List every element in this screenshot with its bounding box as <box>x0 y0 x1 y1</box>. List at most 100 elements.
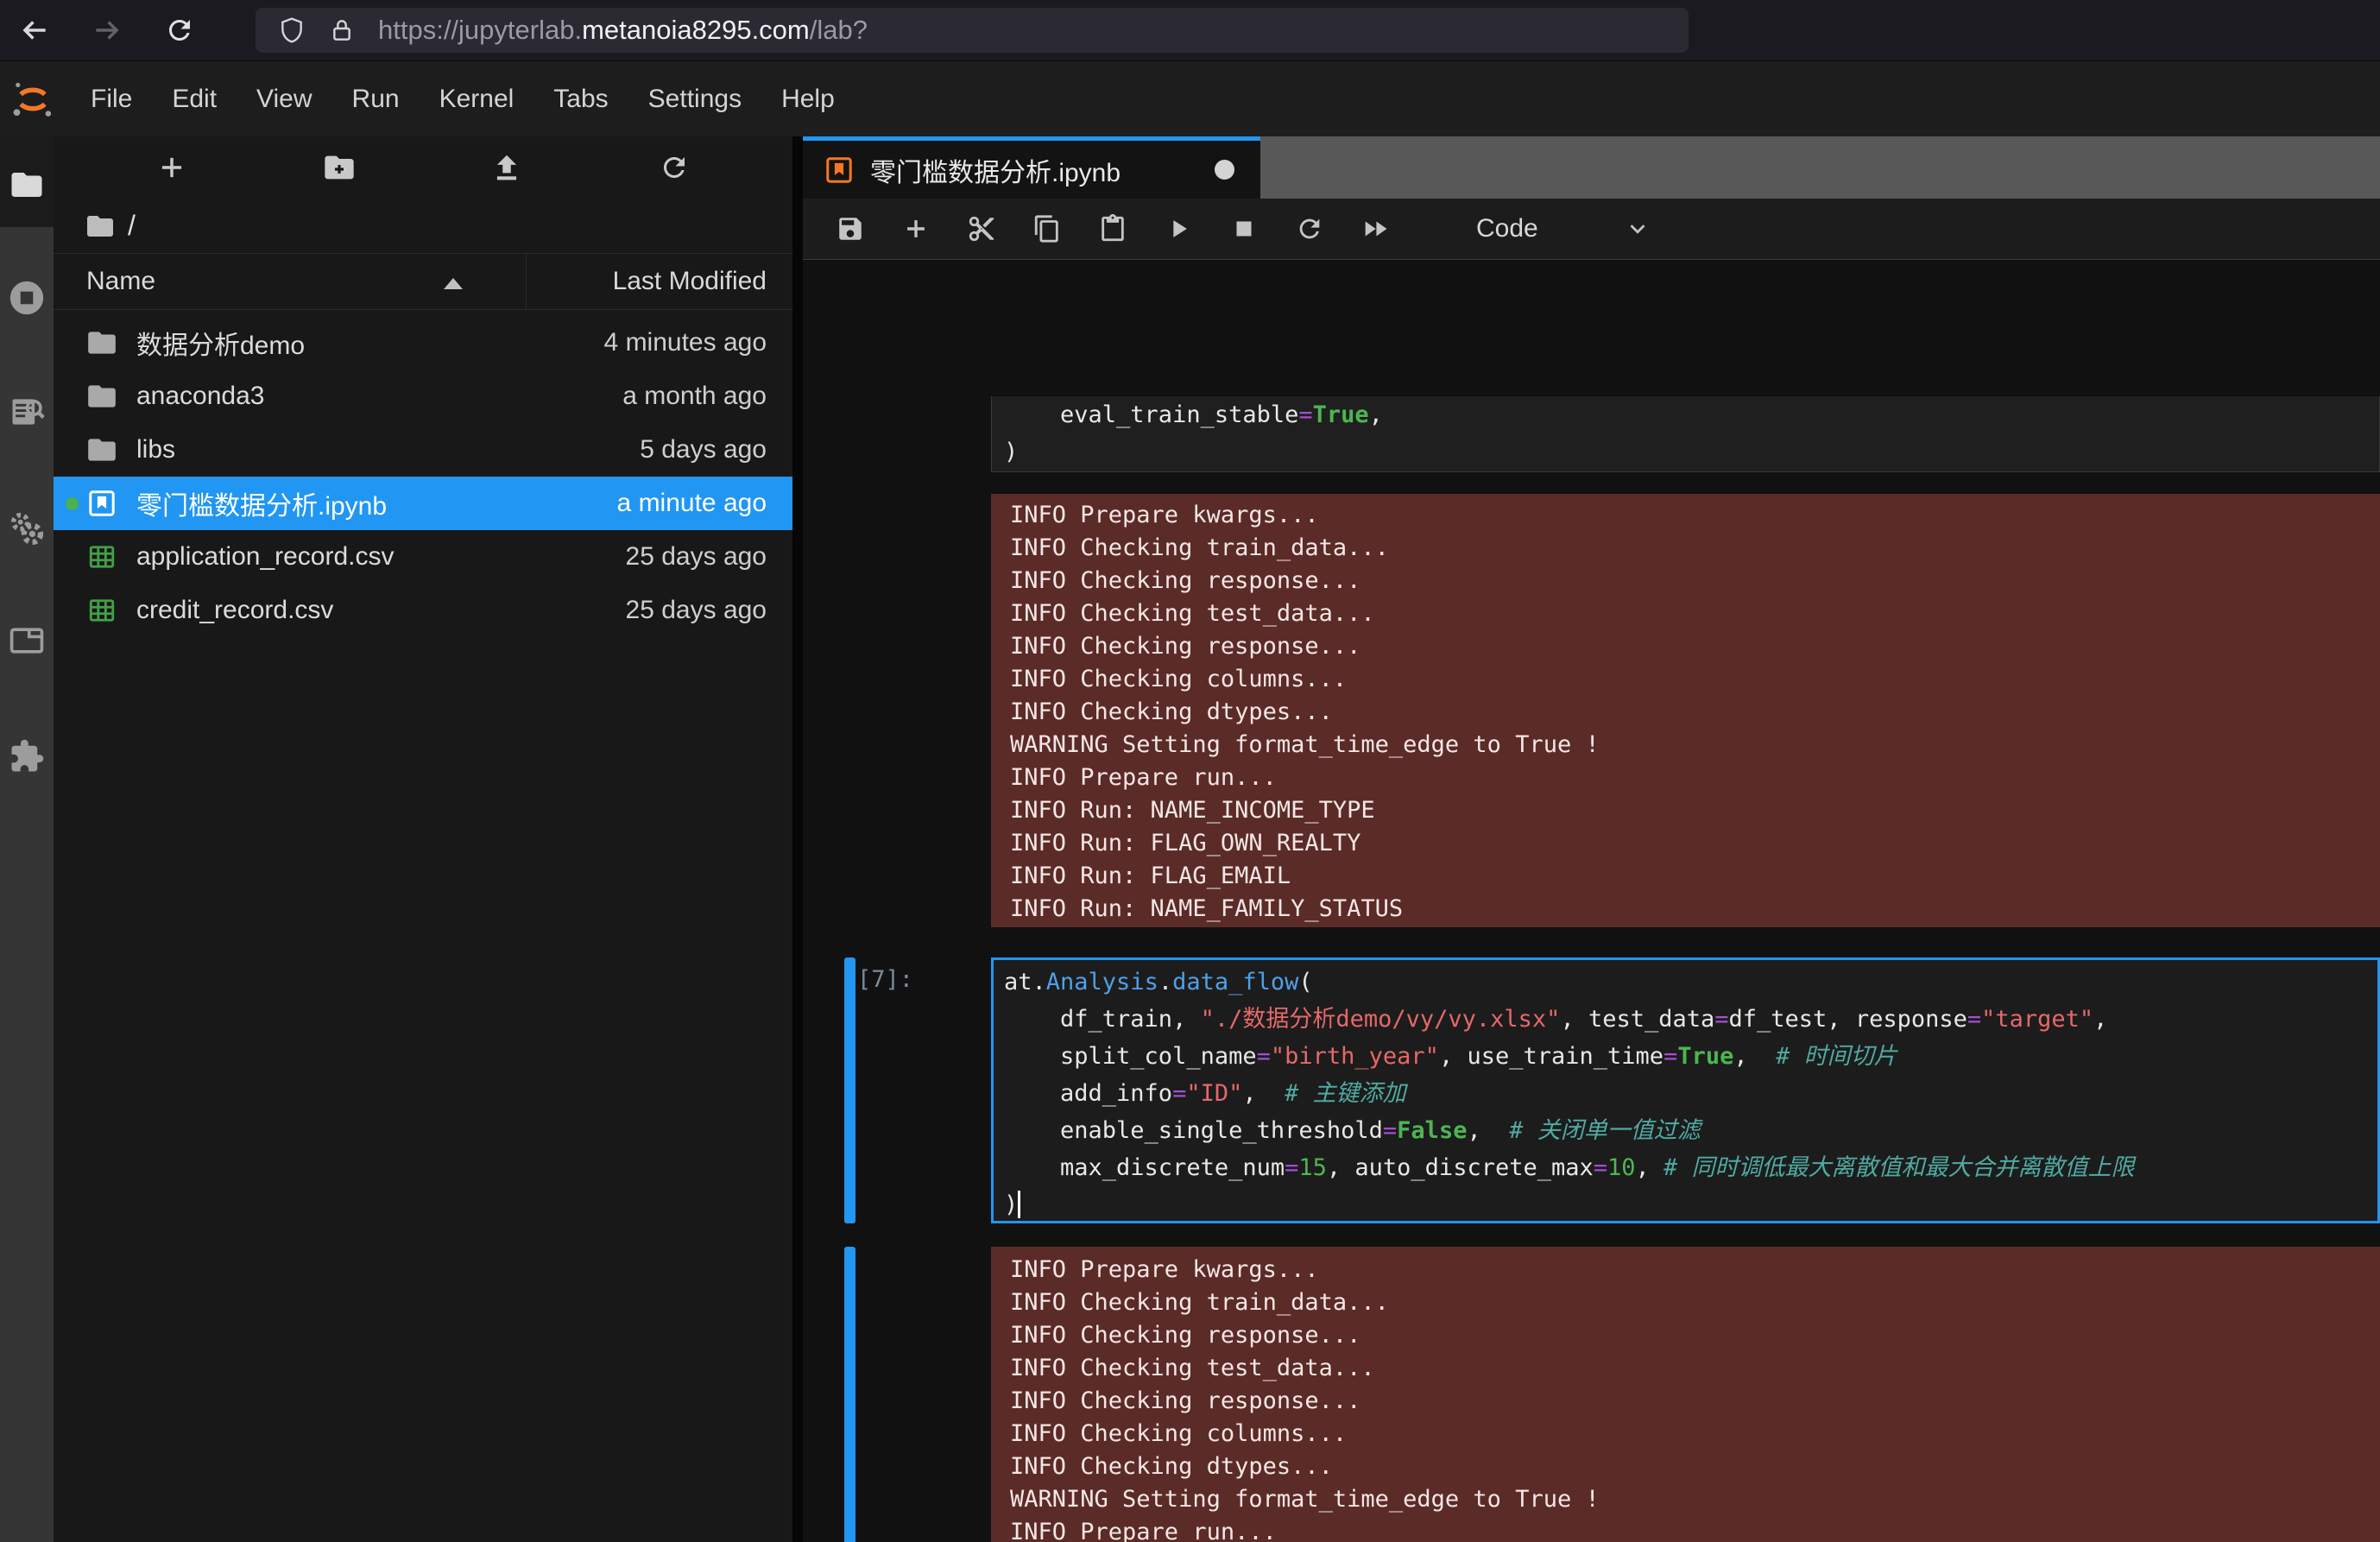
panel-divider[interactable] <box>792 136 803 1542</box>
file-list: 数据分析demo 4 minutes ago anaconda3a month ag… <box>54 310 792 637</box>
save-icon[interactable] <box>836 214 865 243</box>
code-cell-editor[interactable]: at.Analysis.data_flow( df_train, "./数据分析… <box>991 957 2380 1223</box>
back-icon[interactable] <box>16 11 54 49</box>
output-line: INFO Checking columns... <box>1010 1418 2380 1450</box>
breadcrumb-root[interactable]: / <box>128 210 136 242</box>
output-line: INFO Checking dtypes... <box>1010 696 2380 729</box>
output-line: INFO Prepare kwargs... <box>1010 499 2380 532</box>
file-name: application_record.csv <box>136 542 395 572</box>
menu-tabs[interactable]: Tabs <box>533 61 628 136</box>
output-line: INFO Checking test_data... <box>1010 1352 2380 1385</box>
column-header-name[interactable]: Name <box>86 267 155 296</box>
shield-icon[interactable] <box>278 16 306 44</box>
file-row[interactable]: credit_record.csv25 days ago <box>54 584 792 637</box>
refresh-icon[interactable] <box>648 142 700 193</box>
code-line: ) <box>1004 1186 2377 1223</box>
puzzle-icon[interactable] <box>9 738 45 774</box>
file-row[interactable]: libs5 days ago <box>54 423 792 477</box>
jupyter-logo-icon <box>10 77 55 122</box>
code-line: split_col_name="birth_year", use_train_t… <box>1004 1038 2377 1075</box>
menu-view[interactable]: View <box>237 61 331 136</box>
file-browser-panel: / Name Last Modified 数据分析demo 4 minutes a… <box>54 136 792 1542</box>
output-area-2: INFO Prepare kwargs...INFO Checking trai… <box>991 1247 2380 1542</box>
code-line: eval_train_stable=True, <box>1004 396 2379 433</box>
tab-bar: 零门槛数据分析.ipynb <box>803 136 2380 199</box>
output-line: INFO Checking dtypes... <box>1010 1450 2380 1483</box>
new-launcher-icon[interactable] <box>146 142 198 193</box>
run-all-icon[interactable] <box>1360 214 1390 243</box>
file-name: libs <box>136 435 175 464</box>
menu-items: FileEditViewRunKernelTabsSettingsHelp <box>71 61 855 136</box>
code-line: max_discrete_num=15, auto_discrete_max=1… <box>1004 1149 2377 1186</box>
notebook-toolbar: Code <box>803 199 2380 260</box>
folder-file-icon <box>85 433 119 466</box>
output-line: INFO Prepare run... <box>1010 762 2380 794</box>
code-line: at.Analysis.data_flow( <box>1004 964 2377 1001</box>
column-header-modified[interactable]: Last Modified <box>613 267 767 296</box>
stop-icon[interactable] <box>1229 214 1259 243</box>
output-line: INFO Prepare kwargs... <box>1010 1254 2380 1286</box>
unsaved-dot-icon[interactable] <box>1215 160 1234 180</box>
csv-file-icon <box>85 595 119 626</box>
copy-icon[interactable] <box>1032 214 1062 243</box>
cell-type-dropdown[interactable]: Code <box>1476 214 1651 243</box>
output-line: INFO Checking columns... <box>1010 663 2380 696</box>
browser-toolbar: https://jupyterlab.metanoia8295.com/lab? <box>0 0 2380 61</box>
notebook-tab[interactable]: 零门槛数据分析.ipynb <box>803 136 1260 199</box>
cut-icon[interactable] <box>967 214 996 243</box>
window-icon[interactable] <box>8 622 46 660</box>
output-line: INFO Run: NAME_FAMILY_STATUS <box>1010 893 2380 926</box>
file-row[interactable]: 零门槛数据分析.ipynb a minute ago <box>54 477 792 530</box>
paste-icon[interactable] <box>1098 214 1127 243</box>
sort-ascending-icon <box>444 278 463 289</box>
code-line: df_train, "./数据分析demo/vy/vy.xlsx", test_… <box>1004 1001 2377 1038</box>
url-text: https://jupyterlab.metanoia8295.com/lab? <box>378 15 868 46</box>
run-icon[interactable] <box>1164 214 1193 243</box>
file-list-header: Name Last Modified <box>54 253 792 310</box>
file-row[interactable]: anaconda3a month ago <box>54 370 792 423</box>
code-cell-partial[interactable]: eval_train_stable=True,) <box>991 396 2380 472</box>
breadcrumb: / <box>54 199 792 253</box>
url-bar[interactable]: https://jupyterlab.metanoia8295.com/lab? <box>256 8 1689 53</box>
menu-file[interactable]: File <box>71 61 152 136</box>
add-cell-icon[interactable] <box>901 214 931 243</box>
gears-icon[interactable] <box>8 509 46 547</box>
notebook-content: eval_train_stable=True,) INFO Prepare kw… <box>803 396 2380 1542</box>
upload-icon[interactable] <box>481 142 533 193</box>
folder-icon[interactable] <box>9 167 45 203</box>
inspector-icon[interactable] <box>8 393 46 431</box>
menu-kernel[interactable]: Kernel <box>420 61 534 136</box>
file-row[interactable]: application_record.csv25 days ago <box>54 530 792 584</box>
file-modified-time: 4 minutes ago <box>604 328 767 357</box>
open-file-dot-icon <box>66 497 79 510</box>
running-kernels-icon[interactable] <box>7 278 47 318</box>
cell-type-value: Code <box>1476 214 1538 243</box>
restart-kernel-icon[interactable] <box>1295 214 1324 243</box>
notebook-file-icon <box>85 488 119 519</box>
menu-edit[interactable]: Edit <box>152 61 237 136</box>
menu-help[interactable]: Help <box>761 61 855 136</box>
output-line: INFO Run: FLAG_EMAIL <box>1010 860 2380 893</box>
csv-file-icon <box>85 541 119 572</box>
file-name: 零门槛数据分析.ipynb <box>136 484 387 522</box>
file-modified-time: 25 days ago <box>626 596 767 625</box>
input-collapser[interactable] <box>844 957 855 1223</box>
menu-run[interactable]: Run <box>332 61 420 136</box>
lock-icon[interactable] <box>328 16 356 44</box>
folder-file-icon <box>85 326 119 359</box>
output-line: INFO Checking response... <box>1010 1319 2380 1352</box>
code-line: add_info="ID", # 主键添加 <box>1004 1075 2377 1112</box>
file-row[interactable]: 数据分析demo 4 minutes ago <box>54 316 792 370</box>
forward-icon[interactable] <box>88 11 126 49</box>
notebook-icon <box>824 155 855 186</box>
reload-icon[interactable] <box>161 11 199 49</box>
file-modified-time: a minute ago <box>617 489 767 518</box>
output-collapser[interactable] <box>844 1247 855 1542</box>
output-area-1: INFO Prepare kwargs...INFO Checking trai… <box>991 494 2380 927</box>
left-activity-bar <box>0 136 54 1542</box>
file-browser-toolbar <box>54 136 792 199</box>
new-folder-icon[interactable] <box>313 142 365 193</box>
file-name: 数据分析demo <box>136 324 305 362</box>
breadcrumb-folder-icon[interactable] <box>85 211 116 242</box>
menu-settings[interactable]: Settings <box>628 61 761 136</box>
